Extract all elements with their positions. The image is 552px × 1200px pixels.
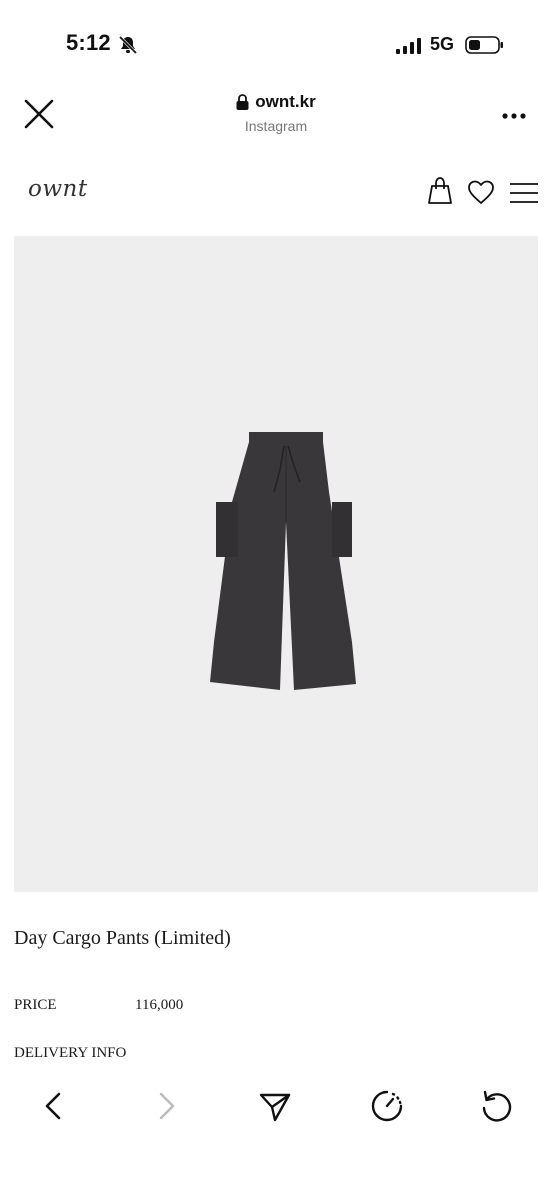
more-icon[interactable] — [499, 106, 529, 126]
product-image[interactable] — [14, 236, 538, 892]
cargo-pants-image — [210, 432, 356, 690]
close-icon[interactable] — [22, 97, 56, 131]
status-time: 5:12 — [66, 30, 111, 55]
url-source: Instagram — [244, 118, 308, 134]
network-type: 5G — [430, 34, 455, 54]
bell-muted-icon — [118, 35, 138, 55]
menu-icon[interactable] — [509, 181, 539, 205]
url-text: ownt.kr — [255, 92, 316, 111]
heart-icon[interactable] — [467, 179, 495, 205]
back-icon[interactable] — [36, 1088, 72, 1124]
shopping-bag-icon[interactable] — [426, 176, 454, 206]
lock-icon — [236, 94, 249, 110]
speed-icon[interactable] — [369, 1088, 405, 1124]
battery-icon — [465, 36, 503, 54]
reload-icon[interactable] — [479, 1088, 515, 1124]
share-icon[interactable] — [257, 1088, 293, 1124]
product-title: Day Cargo Pants (Limited) — [14, 927, 231, 949]
price-label: PRICE — [14, 997, 57, 1013]
site-logo[interactable]: ownt — [28, 176, 88, 202]
price-value: 116,000 — [135, 997, 184, 1013]
signal-icon — [396, 38, 421, 54]
url-bar[interactable]: ownt.kr Instagram — [176, 92, 376, 134]
delivery-info[interactable]: DELIVERY INFO — [14, 1045, 126, 1062]
forward-icon[interactable] — [148, 1088, 184, 1124]
